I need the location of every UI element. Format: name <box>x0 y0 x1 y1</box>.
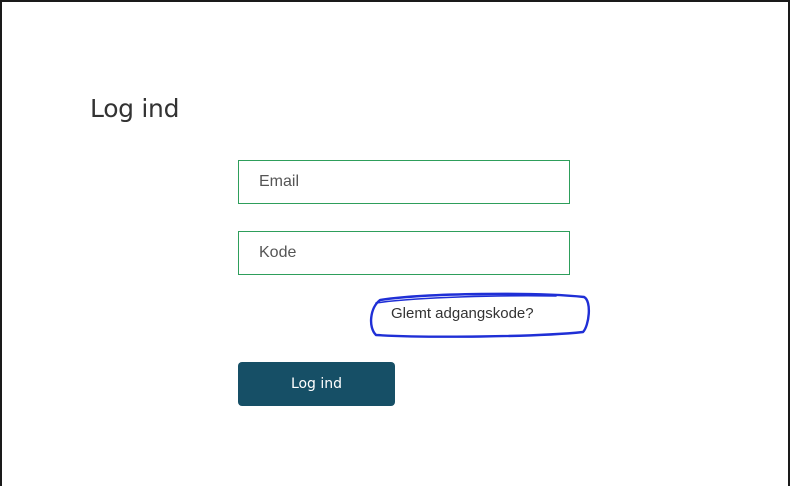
login-page: Log ind Glemt adgangskode? Log ind <box>0 0 790 486</box>
page-title: Log ind <box>90 94 180 123</box>
email-field[interactable] <box>238 160 570 204</box>
forgot-password-area: Glemt adgangskode? <box>366 292 592 340</box>
password-field[interactable] <box>238 231 570 275</box>
forgot-password-link[interactable]: Glemt adgangskode? <box>391 305 534 322</box>
login-button[interactable]: Log ind <box>238 362 395 406</box>
